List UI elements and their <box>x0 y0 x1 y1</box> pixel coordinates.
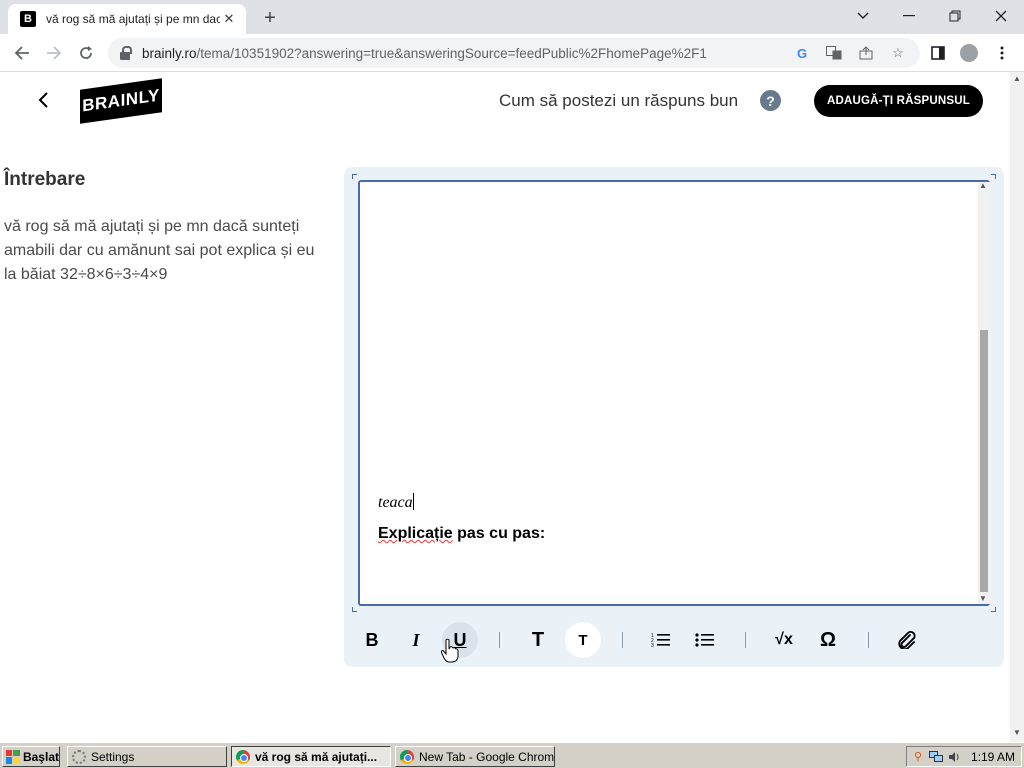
lock-icon[interactable] <box>120 46 132 60</box>
page-scrollbar[interactable]: ▲ ▼ <box>1010 72 1024 742</box>
how-to-answer-link[interactable]: Cum să postezi un răspuns bun <box>499 91 738 111</box>
question-text: vă rog să mă ajutați și pe mn dacă sunte… <box>4 218 315 283</box>
tab-search-chevron-icon[interactable] <box>840 0 886 32</box>
close-window-icon[interactable] <box>978 0 1024 32</box>
hand-cursor-icon <box>440 638 459 664</box>
minimize-icon[interactable] <box>886 0 932 32</box>
toolbar-divider <box>499 632 500 648</box>
tab-close-icon[interactable]: ✕ <box>220 10 238 28</box>
back-icon[interactable] <box>8 39 36 67</box>
start-button[interactable]: Başlat <box>2 746 60 767</box>
side-panel-icon[interactable] <box>928 43 948 63</box>
toolbar-divider <box>745 632 746 648</box>
italic-button[interactable]: I <box>398 622 434 658</box>
taskbar-item-settings[interactable]: Settings <box>67 746 227 767</box>
editor-scrollbar-thumb[interactable] <box>980 330 988 592</box>
heading-small-button[interactable]: T <box>565 622 601 658</box>
explanation-label: Explicație pas cu pas: <box>378 525 546 542</box>
browser-toolbar: brainly.ro/tema/10351902?answering=true&… <box>0 34 1024 72</box>
resize-handle-bottom-left <box>352 607 357 612</box>
system-tray: ⚲ 1:19 AM <box>906 746 1022 767</box>
chrome-icon <box>236 749 250 764</box>
windows-logo-icon <box>6 749 20 764</box>
browser-tab-active[interactable]: B vă rog să mă ajutați și pe mn dac ✕ <box>8 4 246 34</box>
chrome-icon <box>400 749 414 764</box>
help-icon[interactable]: ? <box>760 90 781 111</box>
tab-title: vă rog să mă ajutați și pe mn dac <box>46 12 220 26</box>
page-back-icon[interactable] <box>34 90 54 110</box>
editor-scroll-up-icon[interactable]: ▲ <box>979 181 987 190</box>
settings-gear-icon <box>72 749 86 764</box>
translate-icon[interactable] <box>826 45 842 61</box>
page-scroll-up-icon[interactable]: ▲ <box>1013 74 1021 83</box>
resize-handle-top-left <box>352 174 357 179</box>
google-lens-icon[interactable]: G <box>794 45 810 61</box>
toolbar-divider <box>868 632 869 648</box>
profile-avatar-icon[interactable] <box>960 44 978 62</box>
page-scroll-down-icon[interactable]: ▼ <box>1013 728 1021 737</box>
ordered-list-icon[interactable]: 123 <box>643 622 679 658</box>
special-symbol-button[interactable]: Ω <box>810 622 846 658</box>
attachment-paperclip-icon[interactable] <box>889 622 925 658</box>
question-heading: Întrebare <box>4 169 86 190</box>
reload-icon[interactable] <box>72 39 100 67</box>
svg-text:3: 3 <box>651 643 654 648</box>
more-menu-icon[interactable] <box>992 43 1012 63</box>
restore-icon[interactable] <box>932 0 978 32</box>
bullet-list-icon[interactable] <box>687 622 723 658</box>
brainly-logo[interactable]: BRAINLY <box>80 78 162 124</box>
share-icon[interactable] <box>858 45 874 61</box>
volume-icon[interactable] <box>947 750 961 764</box>
editor-scroll-down-icon[interactable]: ▼ <box>979 594 987 603</box>
network-icon[interactable] <box>929 750 943 764</box>
bookmark-star-icon[interactable]: ☆ <box>890 45 906 61</box>
clock[interactable]: 1:19 AM <box>971 750 1015 764</box>
forward-icon[interactable] <box>40 39 68 67</box>
url-text: brainly.ro/tema/10351902?answering=true&… <box>142 45 707 61</box>
bold-button[interactable]: B <box>354 622 390 658</box>
text-caret <box>412 493 414 510</box>
brainly-favicon-icon: B <box>20 11 36 27</box>
resize-handle-bottom-right <box>991 607 996 612</box>
heading-large-button[interactable]: T <box>520 622 556 658</box>
new-tab-plus-icon[interactable]: + <box>258 6 282 30</box>
taskbar-item-new-tab[interactable]: New Tab - Google Chrome <box>395 746 555 767</box>
add-answer-button[interactable]: ADAUGĂ-ȚI RĂSPUNSUL <box>814 85 983 117</box>
os-taskbar: Başlat Settings vă rog să mă ajutați... … <box>0 742 1024 768</box>
address-bar[interactable]: brainly.ro/tema/10351902?answering=true&… <box>108 38 920 68</box>
toolbar-divider <box>622 632 623 648</box>
resize-handle-top-right <box>991 174 996 179</box>
taskbar-item-brainly[interactable]: vă rog să mă ajutați... <box>231 746 391 767</box>
sqrt-formula-button[interactable]: √x <box>766 622 802 658</box>
brainly-header: BRAINLY Cum să postezi un răspuns bun ? … <box>0 72 1010 130</box>
search-magnifier-icon[interactable]: ⚲ <box>911 750 925 764</box>
answer-text: teaca <box>378 493 414 511</box>
browser-tab-strip: B vă rog să mă ajutați și pe mn dac ✕ + <box>0 0 1024 34</box>
